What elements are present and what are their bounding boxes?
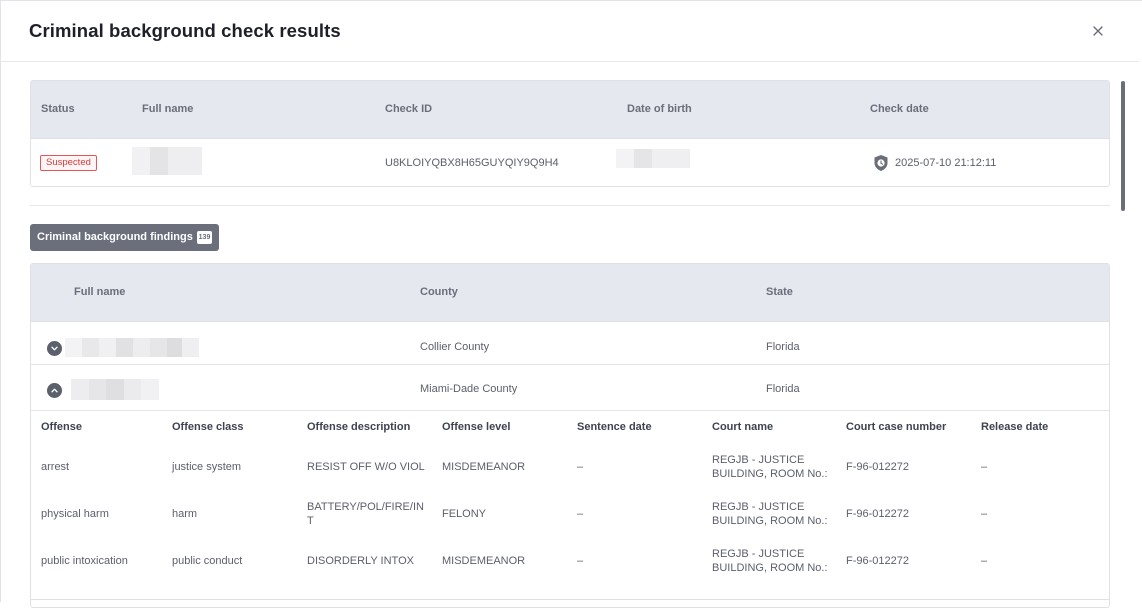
- column-header-check-id: Check ID: [385, 103, 433, 115]
- release-date-cell: –: [981, 461, 988, 473]
- column-header-status: Status: [41, 103, 75, 115]
- release-date-cell: –: [981, 555, 988, 567]
- close-button[interactable]: [1089, 22, 1107, 40]
- offense-level-cell: FELONY: [442, 508, 487, 520]
- status-badge: Suspected: [40, 155, 97, 171]
- court-case-number-cell: F-96-012272: [846, 508, 909, 520]
- state-cell: Florida: [766, 383, 800, 395]
- court-name-cell: REGJB - JUSTICE BUILDING, ROOM No.:: [712, 548, 828, 574]
- offense-level-cell: MISDEMEANOR: [442, 555, 526, 567]
- sentence-date-cell: –: [577, 508, 584, 520]
- findings-header-row: Full name County State: [31, 264, 1109, 322]
- court-case-number-cell: F-96-012272: [846, 461, 909, 473]
- scrollbar[interactable]: [1119, 63, 1129, 603]
- column-header-release-date: Release date: [981, 421, 1049, 433]
- findings-button-label: Criminal background findings: [37, 231, 193, 243]
- criminal-findings-button[interactable]: Criminal background findings 139: [30, 224, 219, 251]
- column-header-offense-description: Offense description: [307, 421, 411, 433]
- table-row[interactable]: Collier County Florida: [31, 322, 1109, 365]
- offense-class-cell: harm: [172, 508, 198, 520]
- shield-clock-icon: [873, 154, 889, 172]
- modal-title: Criminal background check results: [29, 20, 341, 41]
- summary-header-row: Status Full name Check ID Date of birth …: [31, 81, 1109, 139]
- column-header-full-name: Full name: [142, 103, 194, 115]
- column-header-state: State: [766, 286, 793, 298]
- full-name-redacted: [65, 338, 199, 357]
- court-case-number-cell: F-96-012272: [846, 555, 909, 567]
- subtable-bottom-border: [31, 599, 1109, 600]
- column-header-sentence-date: Sentence date: [577, 421, 652, 433]
- court-name-cell: REGJB - JUSTICE BUILDING, ROOM No.:: [712, 454, 828, 480]
- offense-class-cell: public conduct: [172, 555, 243, 567]
- full-name-redacted: [71, 379, 159, 400]
- full-name-redacted: [132, 147, 202, 175]
- collapse-row-button[interactable]: [47, 383, 62, 398]
- findings-count-badge: 139: [197, 231, 212, 244]
- column-header-check-date: Check date: [870, 103, 929, 115]
- release-date-cell: –: [981, 508, 988, 520]
- check-date-value: 2025-07-10 21:12:11: [895, 157, 997, 169]
- column-header-offense-class: Offense class: [172, 421, 244, 433]
- chevron-down-icon: [51, 346, 58, 351]
- column-header-court-case-number: Court case number: [846, 421, 947, 433]
- table-row[interactable]: Miami-Dade County Florida: [31, 368, 1109, 411]
- check-id-value: U8KLOIYQBX8H65GUYQIY9Q9H4: [385, 157, 559, 169]
- section-divider: [30, 205, 1110, 206]
- findings-table: Full name County State Collier County Fl…: [30, 263, 1110, 608]
- sentence-date-cell: –: [577, 461, 584, 473]
- offense-cell: public intoxication: [41, 555, 128, 567]
- close-icon: [1093, 26, 1103, 36]
- column-header-full-name: Full name: [74, 286, 126, 298]
- offense-cell: physical harm: [41, 508, 109, 520]
- offense-cell: arrest: [41, 461, 70, 473]
- results-modal: Criminal background check results Status…: [0, 0, 1142, 608]
- summary-table: Status Full name Check ID Date of birth …: [30, 80, 1110, 187]
- expand-row-button[interactable]: [47, 341, 62, 356]
- county-cell: Miami-Dade County: [420, 383, 518, 395]
- chevron-up-icon: [51, 388, 58, 393]
- column-header-offense: Offense: [41, 421, 82, 433]
- column-header-offense-level: Offense level: [442, 421, 511, 433]
- offense-description-cell: DISORDERLY INTOX: [307, 555, 414, 567]
- offense-level-cell: MISDEMEANOR: [442, 461, 526, 473]
- column-header-court-name: Court name: [712, 421, 774, 433]
- county-cell: Collier County: [420, 341, 490, 353]
- offense-description-cell: BATTERY/POL/FIRE/INT: [307, 501, 424, 527]
- offense-description-cell: RESIST OFF W/O VIOL: [307, 461, 425, 473]
- dob-redacted: [616, 149, 690, 168]
- scrollbar-thumb[interactable]: [1121, 81, 1125, 211]
- modal-header: Criminal background check results: [1, 1, 1139, 62]
- offense-class-cell: justice system: [172, 461, 242, 473]
- state-cell: Florida: [766, 341, 800, 353]
- column-header-county: County: [420, 286, 458, 298]
- column-header-dob: Date of birth: [627, 103, 692, 115]
- sentence-date-cell: –: [577, 555, 584, 567]
- court-name-cell: REGJB - JUSTICE BUILDING, ROOM No.:: [712, 501, 828, 527]
